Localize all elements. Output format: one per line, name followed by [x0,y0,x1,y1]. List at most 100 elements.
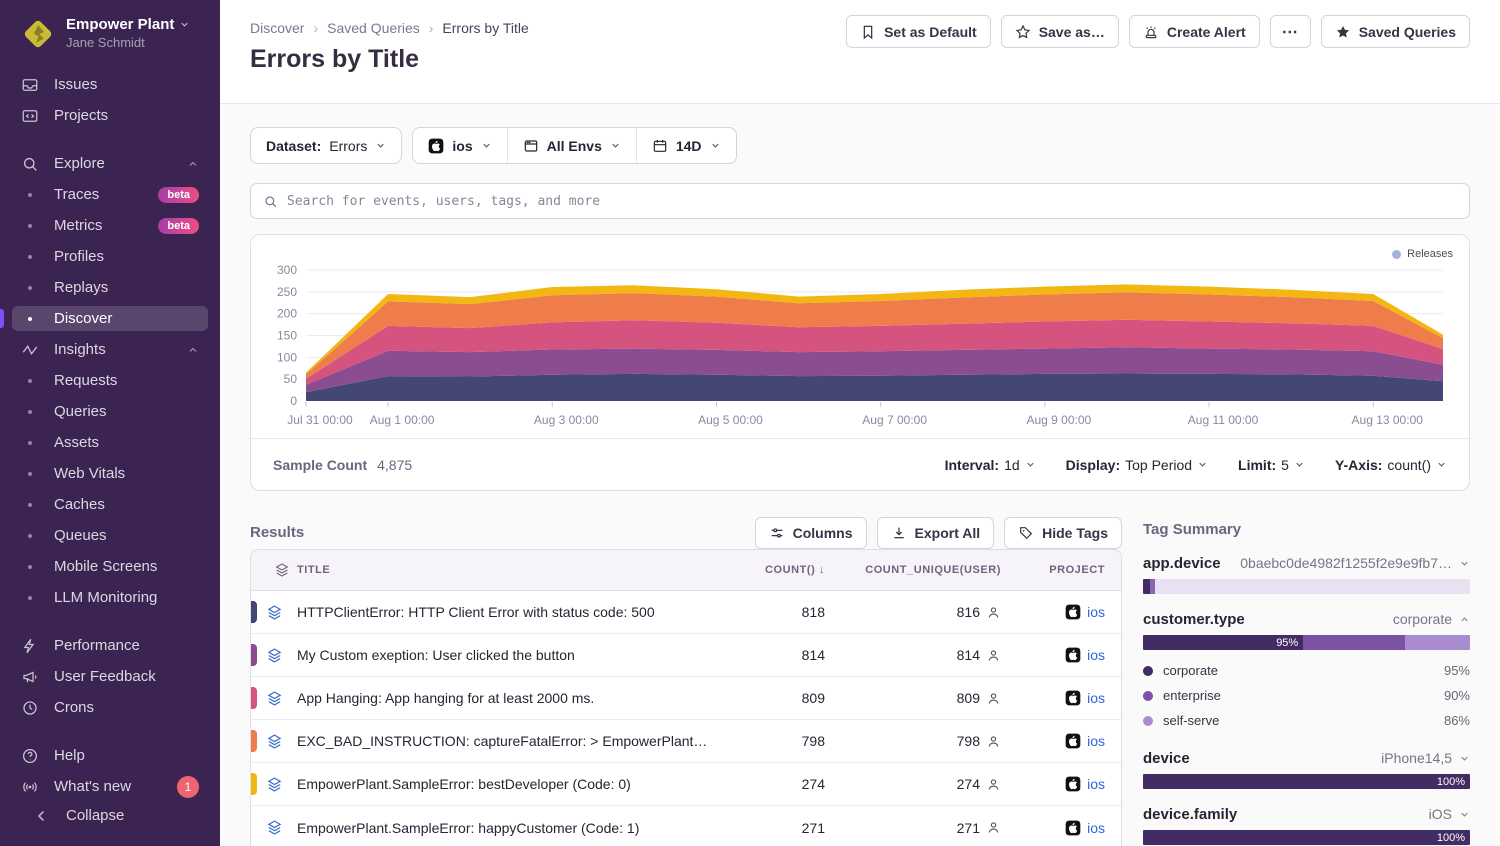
facet-header[interactable]: device.family iOS [1143,806,1470,823]
sidebar-item-discover[interactable]: Discover [12,306,208,331]
facet-header[interactable]: customer.type corporate [1143,611,1470,628]
tag-icon [1018,525,1034,541]
more-options-button[interactable]: ⋯ [1270,15,1311,48]
facet-distribution-bar[interactable]: 100% [1143,830,1470,845]
project-link[interactable]: ios [1087,776,1105,792]
sidebar-item-explore[interactable]: Explore [12,151,208,176]
sidebar-item-mobile-screens[interactable]: Mobile Screens [12,554,208,579]
lightning-icon [21,637,39,655]
count-value: 271 [725,820,835,836]
count-value: 798 [725,733,835,749]
layers-icon[interactable] [266,776,283,793]
create-alert-button[interactable]: Create Alert [1129,15,1260,48]
sidebar-item-crons[interactable]: Crons [12,695,208,720]
breadcrumb-discover[interactable]: Discover [250,20,304,36]
count-unique-value: 798 [957,733,980,749]
facet-legend-row[interactable]: enterprise 90% [1143,683,1470,708]
project-link[interactable]: ios [1087,820,1105,836]
project-link[interactable]: ios [1087,733,1105,749]
sidebar-item-assets[interactable]: Assets [12,430,208,455]
sidebar-collapse-button[interactable]: Collapse [24,803,196,828]
sidebar-item-requests[interactable]: Requests [12,368,208,393]
page-title: Errors by Title [250,45,1470,74]
svg-text:250: 250 [277,285,297,299]
org-name: Empower Plant [66,16,174,33]
sidebar-item-web-vitals[interactable]: Web Vitals [12,461,208,486]
facet-header[interactable]: app.device 0baebc0de4982f1255f2e9e9fb7… [1143,555,1470,572]
save-as-button[interactable]: Save as… [1001,15,1119,48]
project-link[interactable]: ios [1087,690,1105,706]
facet-distribution-bar[interactable] [1143,579,1470,594]
column-header-count-unique[interactable]: COUNT_UNIQUE(USER) [835,564,1015,576]
y-axis-select[interactable]: Y-Axis: count() [1335,457,1447,473]
project-filter[interactable]: ios [413,128,506,163]
org-switcher[interactable]: Empower Plant Jane Schmidt [0,0,220,62]
facet-legend-row[interactable]: corporate 95% [1143,658,1470,683]
apple-icon [1065,733,1081,749]
page-header: Discover › Saved Queries › Errors by Tit… [220,0,1500,104]
svg-text:150: 150 [277,329,297,343]
facet-distribution-bar[interactable]: 100% [1143,774,1470,789]
sidebar-item-performance[interactable]: Performance [12,633,208,658]
stacked-area-chart[interactable]: 050100150200250300Jul 31 00:00Aug 1 00:0… [251,235,1469,438]
interval-select[interactable]: Interval: 1d [945,457,1036,473]
export-all-button[interactable]: Export All [877,517,995,549]
error-title-link[interactable]: EmpowerPlant.SampleError: bestDeveloper … [297,776,725,792]
sidebar-item-caches[interactable]: Caches [12,492,208,517]
saved-queries-button[interactable]: Saved Queries [1321,15,1470,48]
sidebar-item-profiles[interactable]: Profiles [12,244,208,269]
hide-tags-button[interactable]: Hide Tags [1004,517,1122,549]
chevron-down-icon [1025,459,1036,470]
table-row: EXC_BAD_INSTRUCTION: captureFatalError: … [251,720,1121,763]
sidebar-item-llm-monitoring[interactable]: LLM Monitoring [12,585,208,610]
tag-facet-device: device iPhone14,5 100% [1143,750,1470,789]
sidebar-item-issues[interactable]: Issues [12,72,208,97]
column-header-title[interactable]: TITLE [297,564,725,576]
set-as-default-button[interactable]: Set as Default [846,15,991,48]
count-value: 274 [725,776,835,792]
column-header-project[interactable]: PROJECT [1015,564,1121,576]
chevron-down-icon [1436,459,1447,470]
date-range-filter[interactable]: 14D [636,128,736,163]
sidebar-item-replays[interactable]: Replays [12,275,208,300]
bookmark-icon [860,24,876,40]
limit-select[interactable]: Limit: 5 [1238,457,1305,473]
breadcrumb-saved-queries[interactable]: Saved Queries [327,20,420,36]
chevron-down-icon [375,140,386,151]
display-select[interactable]: Display: Top Period [1066,457,1208,473]
layers-icon[interactable] [266,647,283,664]
sidebar-item-insights[interactable]: Insights [12,337,208,362]
sidebar-item-help[interactable]: Help [12,743,208,768]
dataset-selector[interactable]: Dataset: Errors [250,127,402,164]
error-title-link[interactable]: HTTPClientError: HTTP Client Error with … [297,604,725,620]
issues-icon [21,76,39,94]
sidebar-item-user-feedback[interactable]: User Feedback [12,664,208,689]
layers-icon[interactable] [266,733,283,750]
chart-panel: 050100150200250300Jul 31 00:00Aug 1 00:0… [250,234,1470,491]
facet-header[interactable]: device iPhone14,5 [1143,750,1470,767]
error-title-link[interactable]: EXC_BAD_INSTRUCTION: captureFatalError: … [297,733,725,749]
error-title-link[interactable]: App Hanging: App hanging for at least 20… [297,690,725,706]
column-header-count[interactable]: COUNT() ↓ [725,564,835,576]
search-input[interactable] [287,194,1457,209]
user-icon [986,648,1001,663]
error-title-link[interactable]: EmpowerPlant.SampleError: happyCustomer … [297,820,725,836]
layers-icon[interactable] [266,690,283,707]
chart-legend[interactable]: Releases [1392,248,1453,260]
facet-legend-row[interactable]: self-serve 86% [1143,708,1470,733]
project-link[interactable]: ios [1087,604,1105,620]
facet-distribution-bar[interactable]: 95% [1143,635,1470,650]
star-icon [1015,24,1031,40]
layers-icon[interactable] [266,819,283,836]
error-title-link[interactable]: My Custom exeption: User clicked the but… [297,647,725,663]
project-link[interactable]: ios [1087,647,1105,663]
columns-button[interactable]: Columns [755,517,867,549]
sidebar-item-queues[interactable]: Queues [12,523,208,548]
sidebar-item-metrics[interactable]: Metricsbeta [12,213,208,238]
environment-filter[interactable]: All Envs [507,128,636,163]
layers-icon[interactable] [266,604,283,621]
sidebar-item-projects[interactable]: Projects [12,103,208,128]
search-icon [263,194,278,209]
sidebar-item-queries[interactable]: Queries [12,399,208,424]
sidebar-item-traces[interactable]: Tracesbeta [12,182,208,207]
